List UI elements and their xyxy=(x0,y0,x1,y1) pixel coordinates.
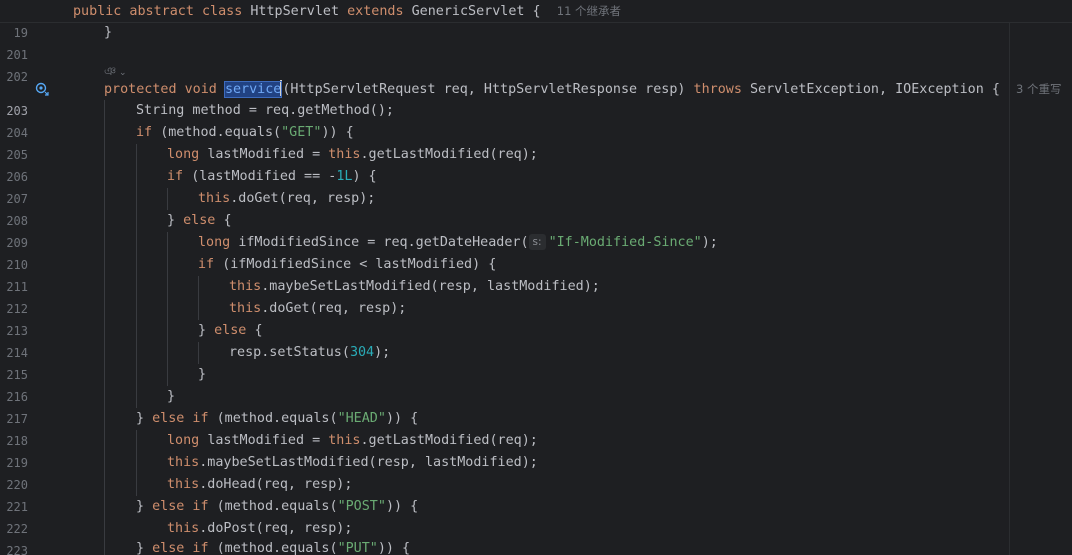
code-line-221[interactable]: 221 this.doHead(req, resp); xyxy=(0,474,1072,514)
code-line-214[interactable]: 214 } else { xyxy=(0,320,1072,360)
author-hint[interactable]: ঞ ⌄ xyxy=(104,64,127,78)
sticky-code: public abstract class HttpServlet extend… xyxy=(73,4,622,19)
selected-identifier[interactable]: service xyxy=(223,81,283,98)
code-text: } xyxy=(167,389,176,404)
indent-guide xyxy=(104,100,105,555)
code-line-219[interactable]: 219 long lastModified = this.getLastModi… xyxy=(0,430,1072,470)
code-text: long lastModified = this.getLastModified… xyxy=(167,433,538,448)
code-line-201[interactable]: 201 } xyxy=(0,22,1072,62)
code-text: long ifModifiedSince = req.getDateHeader… xyxy=(198,234,718,250)
indent-guide xyxy=(167,232,168,386)
code-text: } else if (method.equals("POST")) { xyxy=(136,499,419,514)
code-line-222[interactable]: 222 } else if (method.equals("POST")) { xyxy=(0,496,1072,536)
line-number: 19 xyxy=(13,26,28,40)
code-line-224[interactable]: 224 } else if (method.equals("PUT")) { xyxy=(0,538,1072,555)
code-line-206[interactable]: 206 long lastModified = this.getLastModi… xyxy=(0,144,1072,184)
code-line-213[interactable]: 213 this.doGet(req, resp); xyxy=(0,298,1072,338)
override-method-icon[interactable] xyxy=(35,82,49,96)
code-text: if (method.equals("GET")) { xyxy=(136,125,354,140)
code-text: long lastModified = this.getLastModified… xyxy=(167,147,538,162)
parameter-name-hint: s: xyxy=(528,234,546,250)
code-text: this.maybeSetLastModified(resp, lastModi… xyxy=(229,279,600,294)
code-line-204[interactable]: 204 String method = req.getMethod(); xyxy=(0,100,1072,140)
code-text: } else { xyxy=(198,323,263,338)
code-line-223[interactable]: 223 this.doPost(req, resp); xyxy=(0,518,1072,555)
code-text: } xyxy=(104,25,113,40)
code-line-211[interactable]: 211 if (ifModifiedSince < lastModified) … xyxy=(0,254,1072,294)
code-text: this.maybeSetLastModified(resp, lastModi… xyxy=(167,455,538,470)
code-line-205[interactable]: 205 if (method.equals("GET")) { xyxy=(0,122,1072,162)
code-line-202[interactable]: 202 xyxy=(0,44,1072,84)
code-text: protected void service(HttpServletReques… xyxy=(104,80,1062,98)
indent-guide xyxy=(167,188,168,210)
code-text: } else if (method.equals("HEAD")) { xyxy=(136,411,419,426)
inheritors-hint[interactable]: 11 个继承者 xyxy=(557,4,621,18)
code-line-215[interactable]: 215 resp.setStatus(304); xyxy=(0,342,1072,382)
code-text: resp.setStatus(304); xyxy=(229,345,391,360)
code-editor[interactable]: 19 public abstract class HttpServlet ext… xyxy=(0,0,1072,555)
text-caret xyxy=(280,80,283,96)
code-line-212[interactable]: 212 this.maybeSetLastModified(resp, last… xyxy=(0,276,1072,316)
code-line-203[interactable]: 203 protected void service(HttpServletRe… xyxy=(0,78,1072,118)
code-line-216[interactable]: 216 } xyxy=(0,364,1072,404)
indent-guide xyxy=(136,430,137,496)
code-line-207[interactable]: 207 if (lastModified == -1L) { xyxy=(0,166,1072,206)
code-text: this.doPost(req, resp); xyxy=(167,521,353,536)
indent-guide xyxy=(198,276,199,320)
code-line-210[interactable]: 210 long ifModifiedSince = req.getDateHe… xyxy=(0,232,1072,272)
code-text: this.doGet(req, resp); xyxy=(229,301,407,316)
code-text: String method = req.getMethod(); xyxy=(136,103,394,118)
code-text: } else { xyxy=(167,213,232,228)
code-text: } else if (method.equals("PUT")) { xyxy=(136,541,411,555)
code-text: this.doHead(req, resp); xyxy=(167,477,353,492)
sticky-class-header[interactable]: 19 public abstract class HttpServlet ext… xyxy=(0,0,1072,40)
code-line-220[interactable]: 220 this.maybeSetLastModified(resp, last… xyxy=(0,452,1072,492)
code-line-208[interactable]: 208 this.doGet(req, resp); xyxy=(0,188,1072,228)
code-line-217[interactable]: 217 } xyxy=(0,386,1072,426)
code-text: if (lastModified == -1L) { xyxy=(167,169,377,184)
overrides-hint[interactable]: 3 个重写 xyxy=(1016,82,1061,96)
code-text: } xyxy=(198,367,207,382)
code-text: if (ifModifiedSince < lastModified) { xyxy=(198,257,497,272)
code-line-209[interactable]: 209 } else { xyxy=(0,210,1072,250)
code-text: this.doGet(req, resp); xyxy=(198,191,376,206)
code-line-218[interactable]: 218 } else if (method.equals("HEAD")) { xyxy=(0,408,1072,448)
indent-guide xyxy=(198,342,199,364)
indent-guide xyxy=(136,144,137,408)
